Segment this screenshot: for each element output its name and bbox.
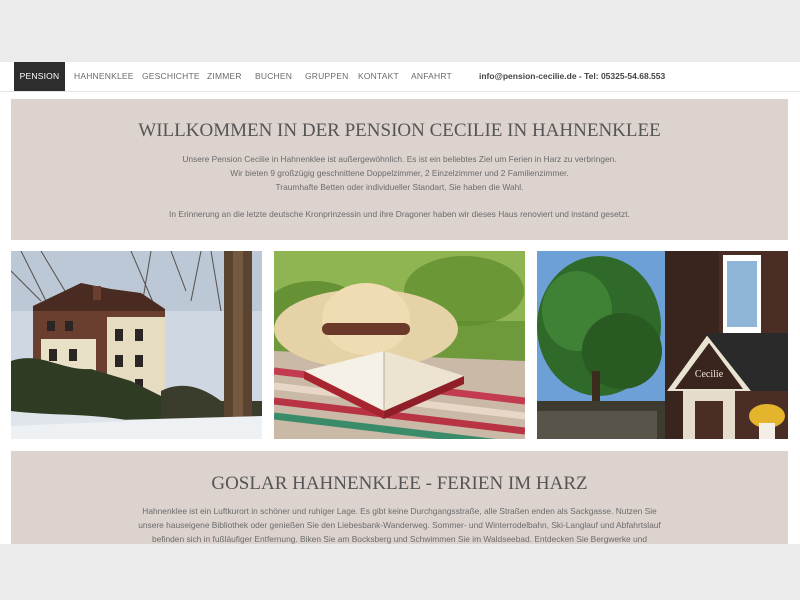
- nav-item-kontakt[interactable]: KONTAKT: [358, 62, 399, 91]
- nav-item-zimmer[interactable]: ZIMMER: [207, 62, 242, 91]
- nav-item-anfahrt[interactable]: ANFAHRT: [411, 62, 452, 91]
- welcome-text-line: Unsere Pension Cecilie in Hahnenklee ist…: [182, 154, 617, 164]
- nav-item-geschichte[interactable]: GESCHICHTE: [142, 62, 200, 91]
- nav-item-buchen[interactable]: BUCHEN: [255, 62, 292, 91]
- welcome-text-line: Wir bieten 9 großzügig geschnittene Dopp…: [230, 168, 569, 178]
- contact-info[interactable]: info@pension-cecilie.de - Tel: 05325-54.…: [479, 62, 665, 91]
- goslar-text-line: befinden sich in fußläufiger Entfernung.…: [151, 534, 647, 544]
- main-navigation: PENSION HAHNENKLEE GESCHICHTE ZIMMER BUC…: [0, 62, 800, 92]
- welcome-title: WILLKOMMEN IN DER PENSION CECILIE IN HAH…: [138, 120, 661, 141]
- entrance-sign-photo[interactable]: Cecilie: [537, 251, 788, 439]
- house-winter-photo[interactable]: [11, 251, 262, 439]
- nav-item-gruppen[interactable]: GRUPPEN: [305, 62, 348, 91]
- nav-item-hahnenklee[interactable]: HAHNENKLEE: [74, 62, 134, 91]
- goslar-title: GOSLAR HAHNENKLEE - FERIEN IM HARZ: [211, 473, 588, 494]
- goslar-section: GOSLAR HAHNENKLEE - FERIEN IM HARZ Hahne…: [11, 451, 788, 544]
- goslar-text-line: unsere hauseigene Bibliothek oder genieß…: [138, 520, 661, 530]
- goslar-text-line: Hahnenklee ist ein Luftkurort in schöner…: [142, 506, 657, 516]
- cecilie-sign-text: Cecilie: [695, 369, 724, 380]
- hat-book-photo[interactable]: [274, 251, 525, 439]
- browser-viewport: PENSION HAHNENKLEE GESCHICHTE ZIMMER BUC…: [0, 62, 800, 544]
- nav-item-pension[interactable]: PENSION: [14, 62, 65, 91]
- welcome-section: WILLKOMMEN IN DER PENSION CECILIE IN HAH…: [11, 99, 788, 240]
- welcome-text-line: Traumhafte Betten oder individueller Sta…: [275, 182, 524, 192]
- welcome-text-line: In Erinnerung an die letzte deutsche Kro…: [169, 209, 630, 219]
